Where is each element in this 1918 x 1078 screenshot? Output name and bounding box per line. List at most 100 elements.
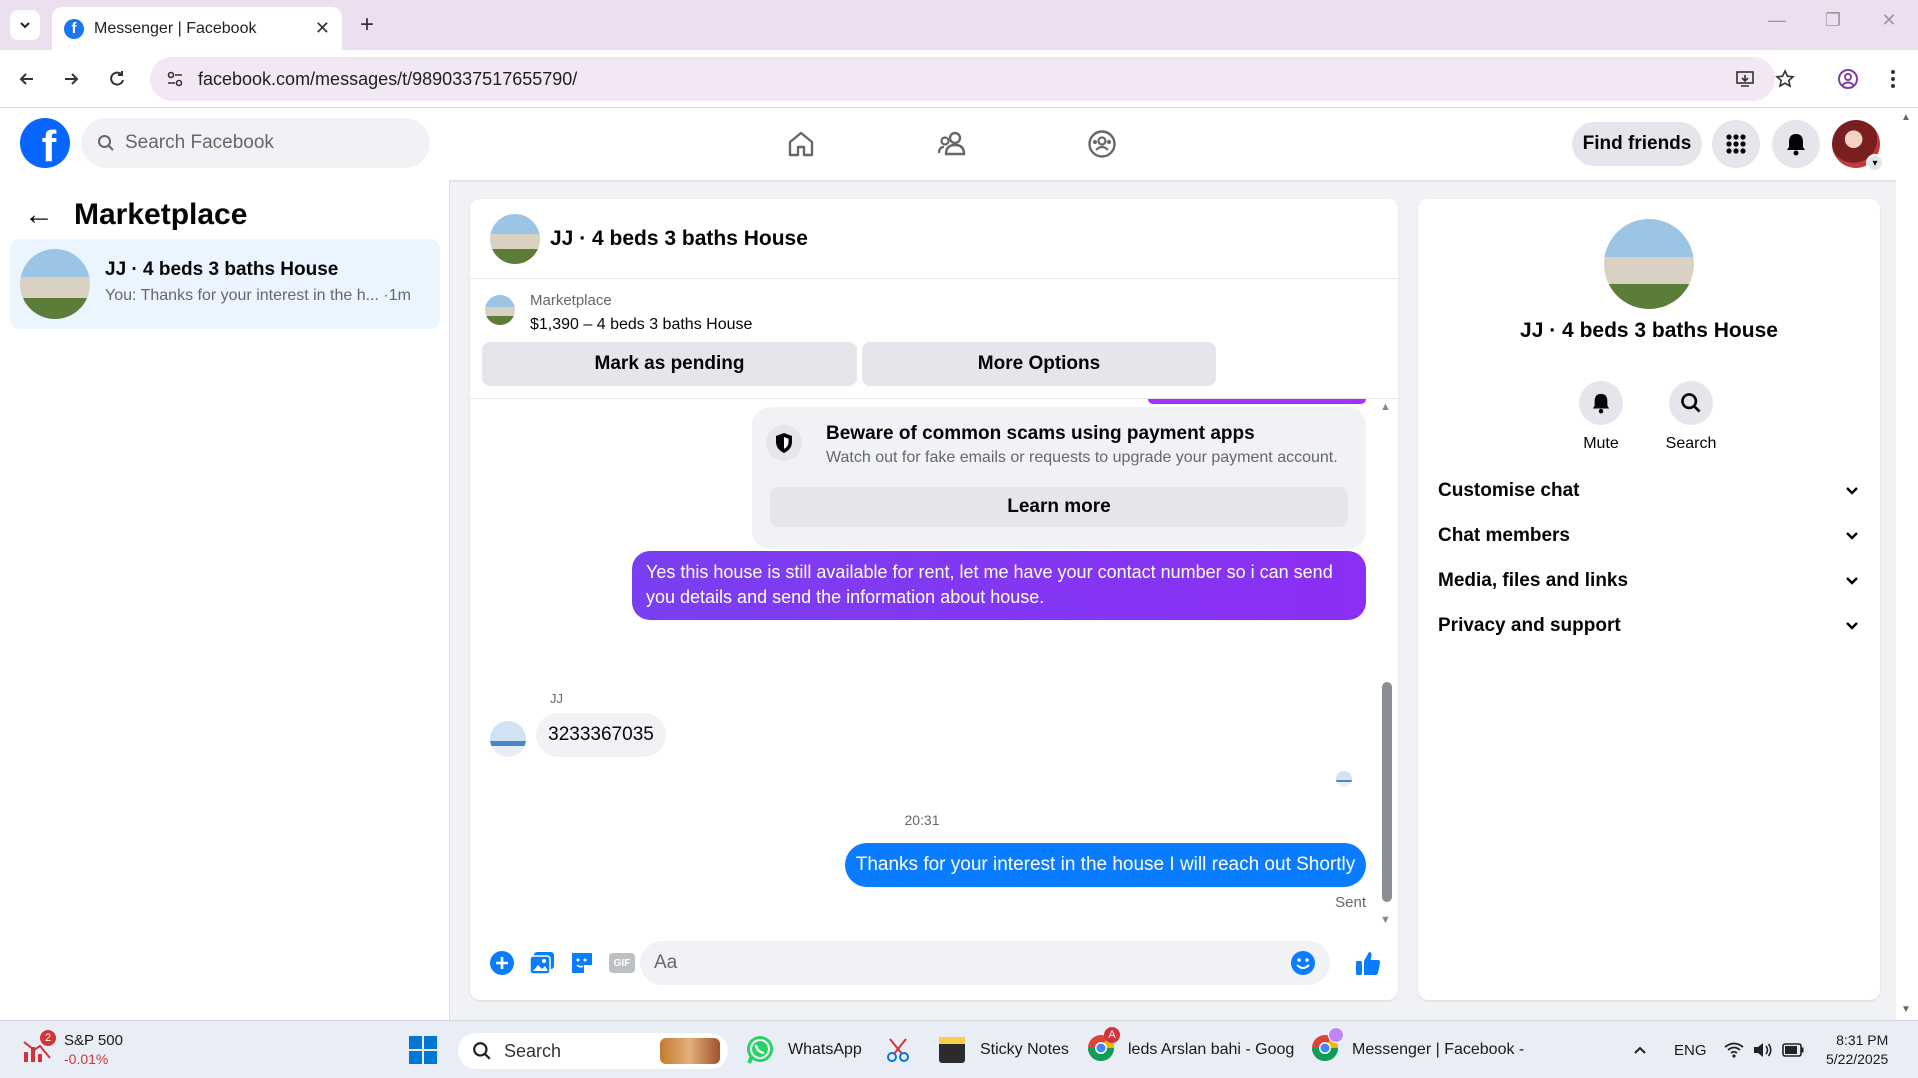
language-indicator[interactable]: ENG: [1674, 1021, 1707, 1078]
like-thumbs-up-icon[interactable]: [1354, 949, 1382, 977]
tab-search-button[interactable]: [10, 10, 40, 40]
sender-avatar[interactable]: [490, 721, 526, 757]
clock[interactable]: 8:31 PM 5/22/2025: [1826, 1021, 1888, 1078]
listing-price[interactable]: $1,390 – 4 beds 3 baths House: [530, 316, 752, 334]
media-files-links-section[interactable]: Media, files and links: [1438, 559, 1860, 603]
chat-scrollbar[interactable]: ▲ ▼: [1380, 399, 1394, 929]
bookmark-star-icon[interactable]: [1770, 64, 1800, 94]
scroll-up-icon[interactable]: ▲: [1901, 112, 1911, 123]
chrome-icon: A: [1086, 1026, 1120, 1068]
friends-icon: [937, 131, 966, 156]
customise-chat-section[interactable]: Customise chat: [1438, 469, 1860, 513]
notifications-button[interactable]: [1772, 120, 1820, 168]
facebook-logo-icon[interactable]: f: [20, 118, 70, 168]
gif-icon[interactable]: GIF: [608, 949, 636, 977]
browser-tab[interactable]: f Messenger | Facebook ✕: [52, 7, 342, 50]
menu-grid-button[interactable]: [1712, 120, 1760, 168]
search-in-chat-button[interactable]: Search: [1646, 381, 1736, 453]
privacy-support-section[interactable]: Privacy and support: [1438, 604, 1860, 648]
forward-button[interactable]: [56, 64, 86, 94]
scrollbar-thumb[interactable]: [1382, 682, 1392, 902]
sticky-notes-icon: [939, 1037, 965, 1063]
friends-nav-button[interactable]: [932, 124, 972, 164]
browser-menu-icon[interactable]: [1878, 64, 1908, 94]
chat-title[interactable]: JJ · 4 beds 3 baths House: [550, 227, 808, 251]
plus-icon[interactable]: [488, 949, 516, 977]
wifi-icon: [1724, 1042, 1744, 1058]
find-friends-button[interactable]: Find friends: [1572, 122, 1702, 166]
scroll-up-icon[interactable]: ▲: [1380, 401, 1391, 413]
reload-button[interactable]: [102, 64, 132, 94]
address-bar[interactable]: facebook.com/messages/t/9890337517655790…: [150, 57, 1775, 101]
incoming-message[interactable]: 3233367035: [536, 713, 666, 757]
start-button[interactable]: [408, 1021, 438, 1078]
taskbar-app-label: Sticky Notes: [980, 1041, 1069, 1058]
taskbar-snipping-tool[interactable]: [884, 1021, 914, 1078]
message-input[interactable]: Aa: [640, 941, 1330, 985]
gif-label: GIF: [609, 953, 635, 973]
marketplace-sidebar: ← Marketplace JJ · 4 beds 3 baths House …: [0, 180, 450, 1020]
page-scrollbar[interactable]: ▲ ▼: [1896, 108, 1918, 1020]
taskbar-chrome-1[interactable]: A leds Arslan bahi - Goog: [1086, 1021, 1294, 1078]
system-tray[interactable]: [1724, 1021, 1804, 1078]
sidebar-header: ← Marketplace: [24, 198, 247, 232]
chrome-profile-badge: A: [1104, 1026, 1120, 1043]
stock-widget[interactable]: 2 S&P 500 -0.01%: [22, 1021, 123, 1078]
house-thumbnail: [20, 249, 90, 319]
chat-members-section[interactable]: Chat members: [1438, 514, 1860, 558]
learn-more-button[interactable]: Learn more: [770, 487, 1348, 527]
outgoing-message[interactable]: Thanks for your interest in the house I …: [845, 843, 1366, 887]
delivery-status: Sent: [1335, 894, 1366, 911]
listing-source: Marketplace: [530, 292, 612, 309]
taskbar-sticky-notes[interactable]: Sticky Notes: [938, 1021, 1069, 1078]
clock-time: 8:31 PM: [1836, 1032, 1889, 1048]
taskbar-search-label: Search: [504, 1040, 562, 1061]
restore-button[interactable]: ❐: [1818, 10, 1848, 31]
message-thread[interactable]: Beware of common scams using payment app…: [470, 399, 1398, 929]
listing-thumbnail[interactable]: [485, 295, 515, 325]
conversation-preview: You: Thanks for your interest in the h..…: [105, 287, 411, 305]
stock-change: -0.01%: [64, 1051, 109, 1067]
scam-warning-title: Beware of common scams using payment app…: [826, 423, 1255, 444]
stock-badge: 2: [40, 1030, 56, 1046]
emoji-icon[interactable]: [1290, 950, 1316, 976]
show-hidden-icons-button[interactable]: [1632, 1021, 1648, 1078]
mark-as-pending-button[interactable]: Mark as pending: [482, 342, 857, 386]
taskbar-search[interactable]: Search: [458, 1033, 728, 1069]
chat-header: JJ · 4 beds 3 baths House i: [470, 199, 1398, 279]
new-tab-button[interactable]: +: [352, 10, 382, 40]
outgoing-message[interactable]: Yes this house is still available for re…: [632, 551, 1366, 620]
bell-icon: [1787, 134, 1805, 156]
chat-avatar[interactable]: [490, 214, 540, 264]
scroll-down-icon[interactable]: ▼: [1901, 1004, 1911, 1015]
conversation-item[interactable]: JJ · 4 beds 3 baths House You: Thanks fo…: [10, 239, 440, 329]
window-close-button[interactable]: ✕: [1874, 10, 1904, 31]
minimize-button[interactable]: —: [1762, 10, 1792, 31]
groups-nav-button[interactable]: [1082, 124, 1122, 164]
account-avatar[interactable]: ▾: [1832, 120, 1884, 172]
facebook-search-input[interactable]: Search Facebook: [81, 118, 430, 168]
install-app-icon[interactable]: [1730, 64, 1760, 94]
taskbar-app-label: WhatsApp: [788, 1041, 862, 1058]
back-arrow-icon[interactable]: ←: [24, 198, 54, 232]
tab-close-icon[interactable]: ✕: [315, 18, 330, 39]
scroll-down-icon[interactable]: ▼: [1380, 914, 1391, 926]
grid-icon: [1726, 134, 1746, 154]
photo-icon[interactable]: [528, 949, 556, 977]
taskbar-chrome-2[interactable]: Messenger | Facebook -: [1310, 1021, 1524, 1078]
taskbar-whatsapp[interactable]: WhatsApp: [744, 1021, 862, 1078]
arrow-left-icon: [19, 73, 33, 85]
profile-picture[interactable]: [1604, 219, 1694, 309]
sticker-icon[interactable]: [568, 949, 596, 977]
chevron-down-icon: [1846, 532, 1858, 540]
site-info-icon[interactable]: [166, 70, 184, 88]
sidebar-title: Marketplace: [74, 198, 248, 231]
info-panel-name: JJ · 4 beds 3 baths House: [1520, 319, 1778, 342]
more-options-button[interactable]: More Options: [862, 342, 1216, 386]
profile-icon[interactable]: [1833, 64, 1863, 94]
facebook-favicon-icon: f: [64, 18, 84, 39]
home-nav-button[interactable]: [781, 124, 821, 164]
mute-button[interactable]: Mute: [1556, 381, 1646, 453]
back-button[interactable]: [12, 64, 42, 94]
chat-info-panel: JJ · 4 beds 3 baths House Mute Search Cu…: [1418, 199, 1880, 1000]
